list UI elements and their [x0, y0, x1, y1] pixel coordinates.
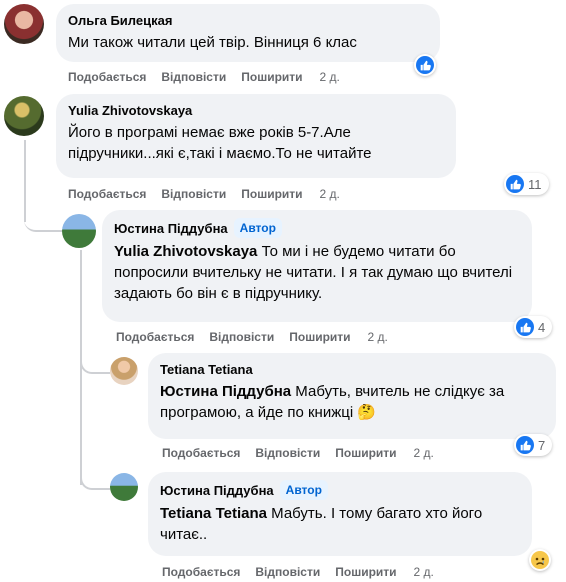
reply-button[interactable]: Відповісти [161, 187, 226, 201]
comment-timestamp[interactable]: 2 д. [414, 565, 434, 579]
comment-text: Його в програмі немає вже років 5-7.Але … [68, 124, 372, 162]
share-button[interactable]: Поширити [241, 187, 302, 201]
share-button[interactable]: Поширити [335, 565, 396, 579]
comment-author[interactable]: Ольга Билецкая [68, 12, 428, 29]
comment-bubble: Yulia Zhivotovskaya Його в програмі нема… [56, 94, 456, 178]
comment-text-row: Юстина Піддубна Мабуть, вчитель не слідк… [160, 381, 544, 423]
reply-button[interactable]: Відповісти [255, 565, 320, 579]
share-button[interactable]: Поширити [241, 70, 302, 84]
like-icon [516, 318, 534, 336]
comment-bubble: Юстина Піддубна Автор Yulia Zhivotovskaya… [102, 210, 532, 322]
comment-actions: Подобається Відповісти Поширити 2 д. [68, 187, 355, 201]
thread-curve [80, 350, 110, 374]
avatar[interactable] [110, 357, 138, 385]
comment-bubble: Юстина Піддубна Автор Tetiana Tetiana Маб… [148, 472, 532, 556]
reaction-summary[interactable] [529, 549, 551, 571]
like-button[interactable]: Подобається [162, 565, 240, 579]
reply-button[interactable]: Відповісти [161, 70, 226, 84]
reply-button[interactable]: Відповісти [209, 330, 274, 344]
comment-text: Ми також читали цей твір. Вінниця 6 клас [68, 34, 357, 51]
avatar[interactable] [4, 96, 44, 136]
reaction-count: 7 [538, 437, 546, 453]
comment-bubble: Tetiana Tetiana Юстина Піддубна Мабуть, … [148, 353, 556, 439]
share-button[interactable]: Поширити [335, 446, 396, 460]
comment-actions: Подобається Відповісти Поширити 2 д. [162, 565, 449, 579]
mention-link[interactable]: Юстина Піддубна [160, 383, 291, 400]
reaction-count: 4 [538, 319, 546, 335]
author-badge: Автор [279, 480, 328, 500]
thread-curve [80, 464, 110, 490]
avatar[interactable] [4, 4, 44, 44]
avatar[interactable] [110, 473, 138, 501]
like-button[interactable]: Подобається [68, 70, 146, 84]
like-icon [506, 175, 524, 193]
comment-actions: Подобається Відповісти Поширити 2 д. [68, 70, 355, 84]
comment-timestamp[interactable]: 2 д. [368, 330, 388, 344]
comment-text-row: Yulia Zhivotovskaya То ми і не будемо чи… [114, 241, 520, 304]
sad-emoji-icon [531, 551, 549, 569]
like-icon [516, 436, 534, 454]
thread-curve [24, 200, 62, 232]
mention-link[interactable]: Tetiana Tetiana [160, 505, 267, 522]
reaction-count: 11 [528, 176, 542, 192]
comment-author[interactable]: Yulia Zhivotovskaya [68, 102, 444, 119]
like-button[interactable]: Подобається [116, 330, 194, 344]
comment-actions: Подобається Відповісти Поширити 2 д. [162, 446, 449, 460]
comment-timestamp[interactable]: 2 д. [320, 70, 340, 84]
comment-timestamp[interactable]: 2 д. [414, 446, 434, 460]
reaction-summary[interactable]: 11 [504, 173, 549, 195]
comment-text-row: Tetiana Tetiana Мабуть. І тому багато хт… [160, 503, 520, 545]
comment-timestamp[interactable]: 2 д. [320, 187, 340, 201]
comment-bubble: Ольга Билецкая Ми також читали цей твір.… [56, 4, 440, 62]
comment-author-row: Юстина Піддубна Автор [160, 480, 520, 500]
reply-button[interactable]: Відповісти [255, 446, 320, 460]
reaction-summary[interactable] [414, 54, 436, 76]
reaction-summary[interactable]: 4 [514, 316, 553, 338]
avatar[interactable] [62, 214, 96, 248]
like-button[interactable]: Подобається [68, 187, 146, 201]
comment-actions: Подобається Відповісти Поширити 2 д. [116, 330, 403, 344]
comment-author[interactable]: Юстина Піддубна [114, 221, 228, 236]
mention-link[interactable]: Yulia Zhivotovskaya [114, 243, 257, 260]
like-icon [416, 56, 434, 74]
comment-author[interactable]: Юстина Піддубна [160, 483, 274, 498]
like-button[interactable]: Подобається [162, 446, 240, 460]
author-badge: Автор [233, 218, 282, 238]
reaction-summary[interactable]: 7 [514, 434, 553, 456]
comment-author-row: Юстина Піддубна Автор [114, 218, 520, 238]
share-button[interactable]: Поширити [289, 330, 350, 344]
comment-author[interactable]: Tetiana Tetiana [160, 361, 544, 378]
